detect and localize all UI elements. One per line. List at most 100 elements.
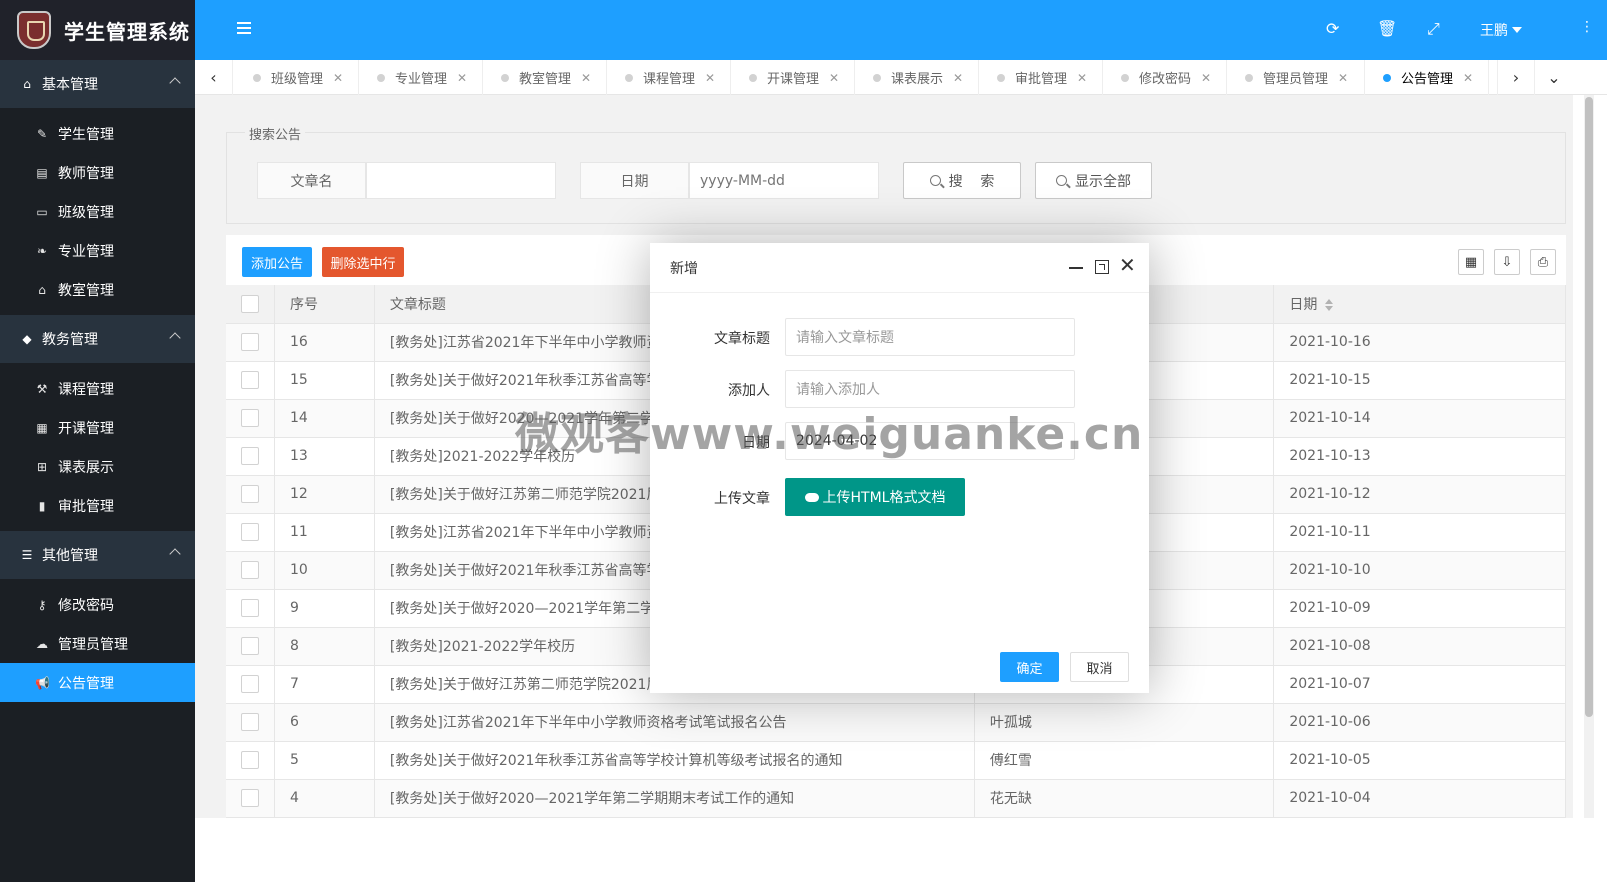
sidebar-item-notice[interactable]: 📢 公告管理 [0, 663, 195, 702]
close-icon[interactable]: ✕ [1077, 71, 1087, 85]
row-checkbox[interactable] [241, 675, 259, 693]
row-checkbox[interactable] [241, 751, 259, 769]
tab-open-course[interactable]: 开课管理 ✕ [731, 60, 855, 95]
sidebar-item-student[interactable]: ✎ 学生管理 [0, 114, 195, 153]
tab-scroll-right-icon[interactable]: › [1497, 60, 1535, 95]
sidebar-item-label: 公告管理 [58, 675, 114, 692]
list-icon: ☰ [21, 548, 33, 562]
table-row[interactable]: 6 [教务处]江苏省2021年下半年中小学教师资格考试笔试报名公告 叶孤城 2021-… [226, 703, 1566, 742]
columns-icon[interactable]: ▦ [1458, 249, 1484, 275]
cancel-button[interactable]: 取消 [1070, 652, 1129, 682]
confirm-button[interactable]: 确定 [1000, 652, 1059, 682]
tab-label: 课表展示 [891, 72, 944, 87]
close-icon[interactable]: ✕ [581, 71, 591, 85]
menu-group-other-items: ⚷ 修改密码 ☁ 管理员管理 📢 公告管理 [0, 579, 195, 708]
table-row[interactable]: 4 [教务处]关于做好2020—2021学年第二学期期末考试工作的通知 花无缺 202… [226, 779, 1566, 818]
close-icon[interactable]: ✕ [1463, 71, 1473, 85]
select-all-cell[interactable] [226, 285, 275, 324]
tab-course[interactable]: 课程管理 ✕ [607, 60, 731, 95]
date-search-input[interactable]: yyyy-MM-dd [689, 162, 879, 199]
tab-label: 课程管理 [643, 72, 696, 87]
search-icon [929, 175, 941, 186]
tab-scroll-left-icon[interactable]: ‹ [195, 60, 233, 95]
tab-classroom[interactable]: 教室管理 ✕ [483, 60, 607, 95]
close-icon[interactable]: ✕ [1119, 255, 1136, 275]
tab-major[interactable]: 专业管理 ✕ [359, 60, 483, 95]
sidebar-item-teacher[interactable]: ▤ 教师管理 [0, 153, 195, 192]
trash-icon[interactable]: 🗑 [1377, 19, 1397, 38]
row-checkbox[interactable] [241, 371, 259, 389]
menu-group-other[interactable]: ☰ 其他管理 [0, 531, 195, 579]
sidebar-toggle-icon[interactable] [237, 22, 251, 36]
home-icon: ⌂ [23, 77, 31, 91]
table-row[interactable]: 5 [教务处]关于做好2021年秋季江苏省高等学校计算机等级考试报名的通知 傅红雪 2… [226, 741, 1566, 780]
article-title-label: 文章标题 [714, 331, 770, 347]
row-checkbox[interactable] [241, 713, 259, 731]
search-button[interactable]: 搜 索 [903, 162, 1021, 199]
search-icon [1056, 175, 1067, 186]
sidebar-item-classroom[interactable]: ⌂ 教室管理 [0, 270, 195, 309]
row-checkbox[interactable] [241, 637, 259, 655]
maximize-icon[interactable] [1095, 260, 1109, 274]
pencil-icon: ✎ [36, 126, 48, 141]
tab-admin[interactable]: 管理员管理 ✕ [1227, 60, 1365, 95]
close-icon[interactable]: ✕ [829, 71, 839, 85]
column-header-date[interactable]: 日期 [1273, 285, 1566, 324]
row-checkbox[interactable] [241, 789, 259, 807]
sidebar: 学生管理系统 ⌂ 基本管理 ✎ 学生管理 ▤ 教师管理 ▭ 班级管理 ❧ 专业管理 ⌂ 教… [0, 0, 195, 882]
sidebar-item-approval[interactable]: ▮ 审批管理 [0, 486, 195, 525]
chevron-up-icon [169, 77, 181, 89]
row-checkbox[interactable] [241, 523, 259, 541]
row-checkbox[interactable] [241, 447, 259, 465]
close-icon[interactable]: ✕ [1338, 71, 1348, 85]
row-checkbox[interactable] [241, 333, 259, 351]
sidebar-item-open-course[interactable]: ▦ 开课管理 [0, 408, 195, 447]
close-icon[interactable]: ✕ [1201, 71, 1211, 85]
bullhorn-icon: 📢 [35, 675, 50, 690]
select-all-checkbox[interactable] [241, 294, 259, 313]
add-notice-button[interactable]: 添加公告 [242, 247, 312, 277]
menu-group-basic[interactable]: ⌂ 基本管理 [0, 60, 195, 108]
delete-selected-button[interactable]: 删除选中行 [322, 247, 404, 277]
more-icon[interactable]: ⋮ [1580, 19, 1594, 35]
close-icon[interactable]: ✕ [333, 71, 343, 85]
row-checkbox[interactable] [241, 485, 259, 503]
vertical-scrollbar[interactable] [1584, 95, 1594, 818]
menu-group-academic[interactable]: ◆ 教务管理 [0, 315, 195, 363]
export-icon[interactable]: ⇩ [1494, 249, 1520, 275]
tab-label: 开课管理 [767, 72, 820, 87]
sidebar-item-course[interactable]: ⚒ 课程管理 [0, 369, 195, 408]
sidebar-item-major[interactable]: ❧ 专业管理 [0, 231, 195, 270]
tab-approval[interactable]: 审批管理 ✕ [979, 60, 1103, 95]
sidebar-item-admin[interactable]: ☁ 管理员管理 [0, 624, 195, 663]
tab-timetable[interactable]: 课表展示 ✕ [855, 60, 979, 95]
sort-icon[interactable] [1325, 298, 1334, 311]
table-icon: ⊞ [36, 459, 48, 474]
row-checkbox[interactable] [241, 409, 259, 427]
tab-class[interactable]: 班级管理 ✕ [235, 60, 359, 95]
column-header-id[interactable]: 序号 [274, 285, 375, 324]
title-search-input[interactable] [366, 162, 556, 199]
sidebar-item-class[interactable]: ▭ 班级管理 [0, 192, 195, 231]
tab-notice[interactable]: 公告管理 ✕ [1365, 60, 1489, 95]
upload-html-button[interactable]: 上传HTML格式文档 [785, 478, 965, 516]
title-search-label: 文章名 [257, 162, 366, 199]
print-icon[interactable]: ⎙ [1530, 249, 1556, 275]
fullscreen-icon[interactable]: ⤢ [1427, 19, 1440, 39]
close-icon[interactable]: ✕ [953, 71, 963, 85]
tab-menu-chevron-down-icon[interactable]: ⌄ [1535, 60, 1573, 95]
sidebar-item-timetable[interactable]: ⊞ 课表展示 [0, 447, 195, 486]
close-icon[interactable]: ✕ [705, 71, 715, 85]
close-icon[interactable]: ✕ [457, 71, 467, 85]
user-menu[interactable]: 王鹏 [1480, 20, 1522, 40]
gavel-icon: ⚒ [36, 381, 48, 396]
row-checkbox[interactable] [241, 561, 259, 579]
minimize-icon[interactable] [1069, 267, 1083, 269]
article-title-input[interactable]: 请输入文章标题 [785, 318, 1075, 356]
show-all-button[interactable]: 显示全部 [1035, 162, 1152, 199]
graduation-cap-icon: ◆ [22, 332, 32, 346]
row-checkbox[interactable] [241, 599, 259, 617]
refresh-icon[interactable]: ⟳ [1326, 19, 1339, 38]
tab-password[interactable]: 修改密码 ✕ [1103, 60, 1227, 95]
sidebar-item-password[interactable]: ⚷ 修改密码 [0, 585, 195, 624]
